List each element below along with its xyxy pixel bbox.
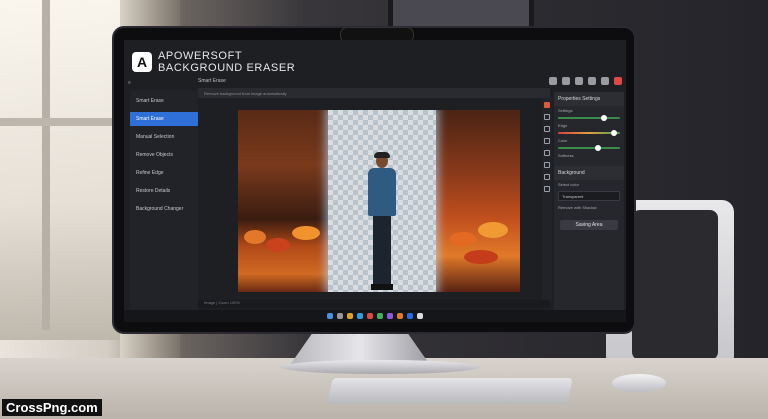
person-shoes (371, 284, 393, 290)
menu-icon[interactable]: ≡ (128, 80, 131, 86)
status-bar: Image | Zoom 100% (198, 300, 550, 308)
slider-color[interactable] (558, 145, 620, 151)
panel-row-label: Softness (558, 153, 574, 158)
folder-icon[interactable] (347, 313, 353, 319)
start-icon[interactable] (327, 313, 333, 319)
panel-row-label: Edge (558, 123, 568, 128)
panel-row: Softness (554, 151, 624, 160)
market-stall-left (238, 110, 328, 292)
browser-icon[interactable] (357, 313, 363, 319)
sidebar-item-remove-objects[interactable]: Remove Objects (130, 148, 198, 162)
brand: A APOWERSOFT BACKGROUND ERASER (132, 50, 295, 74)
brand-line-2: BACKGROUND ERASER (158, 62, 296, 74)
app-logo: A (132, 52, 152, 72)
shadow-label: Remove with Shadow (558, 205, 597, 210)
maximize-icon[interactable] (601, 77, 609, 85)
grid-icon[interactable] (549, 77, 557, 85)
eraser-icon[interactable] (544, 114, 550, 120)
search-icon[interactable] (337, 313, 343, 319)
panel-row: Remove with Shadow (554, 203, 624, 212)
person-jacket (368, 168, 396, 216)
brand-line-1: APOWERSOFT (158, 50, 243, 62)
slider-edge[interactable] (558, 130, 620, 136)
panel-row: Color (554, 136, 624, 145)
mouse (612, 374, 666, 392)
person-cap (374, 152, 390, 158)
sidebar-item-refine-edge[interactable]: Refine Edge (130, 166, 198, 180)
fruit-pile (266, 238, 290, 252)
sidebar-item-manual-selection[interactable]: Manual Selection (130, 130, 198, 144)
sidebar-item-smart-erase-header[interactable]: Smart Erase (130, 94, 198, 108)
slider-settings[interactable] (558, 115, 620, 121)
fruit-pile (450, 232, 476, 246)
zoom-icon[interactable] (544, 126, 550, 132)
brand-name: APOWERSOFT BACKGROUND ERASER (158, 50, 295, 74)
tool-column (542, 98, 552, 302)
redo-icon[interactable] (544, 162, 550, 168)
panel-row: Select color (554, 180, 624, 189)
sidebar-item-background-changer[interactable]: Background Changer (130, 202, 198, 216)
transparent-cutout (328, 110, 436, 292)
app-icon[interactable] (387, 313, 393, 319)
sidebar-item-restore-details[interactable]: Restore Details (130, 184, 198, 198)
watermark: CrossPng.com (2, 399, 102, 416)
market-stall-right (436, 110, 520, 292)
path-bar: Remove background from image automatical… (198, 88, 550, 98)
sidebar: Smart Erase Smart Erase Manual Selection… (130, 90, 198, 315)
fruit-pile (292, 226, 320, 240)
image-canvas[interactable] (238, 110, 520, 292)
undo-icon[interactable] (544, 150, 550, 156)
minimize-icon[interactable] (588, 77, 596, 85)
person-legs (373, 216, 391, 286)
fruit-pile (244, 230, 266, 244)
hand-icon[interactable] (544, 138, 550, 144)
close-icon[interactable] (614, 77, 622, 85)
monitor-base (280, 360, 480, 374)
app-window: A APOWERSOFT BACKGROUND ERASER ≡ Smart E… (124, 40, 626, 322)
app-icon[interactable] (377, 313, 383, 319)
fruit-pile (478, 222, 508, 238)
save-area-button[interactable]: Saving Area (560, 220, 618, 230)
panel-row-label: Settings (558, 108, 573, 113)
app-icon[interactable] (367, 313, 373, 319)
brush-icon[interactable] (544, 102, 550, 108)
select-label: Select color (558, 182, 579, 187)
taskbar (124, 310, 626, 322)
layers-icon[interactable] (544, 186, 550, 192)
properties-panel: Properties Settings Settings Edge Color … (554, 92, 624, 310)
speaker-grille (632, 210, 718, 360)
app-icon[interactable] (397, 313, 403, 319)
app-icon[interactable] (407, 313, 413, 319)
wall-picture (388, 0, 534, 31)
path-text: Remove background from image automatical… (204, 90, 287, 96)
panel-section: Background (554, 166, 624, 180)
crop-icon[interactable] (544, 174, 550, 180)
keyboard (327, 378, 573, 404)
account-icon[interactable] (575, 77, 583, 85)
panel-title: Properties Settings (554, 92, 624, 106)
panel-row: Settings (554, 106, 624, 115)
fruit-pile (464, 250, 498, 264)
slider-knob[interactable] (610, 130, 617, 136)
panel-row: Edge (554, 121, 624, 130)
window-frame (42, 0, 50, 330)
breadcrumb: Smart Erase (198, 78, 226, 84)
background-select[interactable]: Transparent (558, 191, 620, 201)
app-icon[interactable] (417, 313, 423, 319)
sidebar-item-smart-erase[interactable]: Smart Erase (130, 112, 198, 126)
settings-icon[interactable] (562, 77, 570, 85)
person-subject (368, 152, 396, 292)
panel-row-label: Color (558, 138, 568, 143)
